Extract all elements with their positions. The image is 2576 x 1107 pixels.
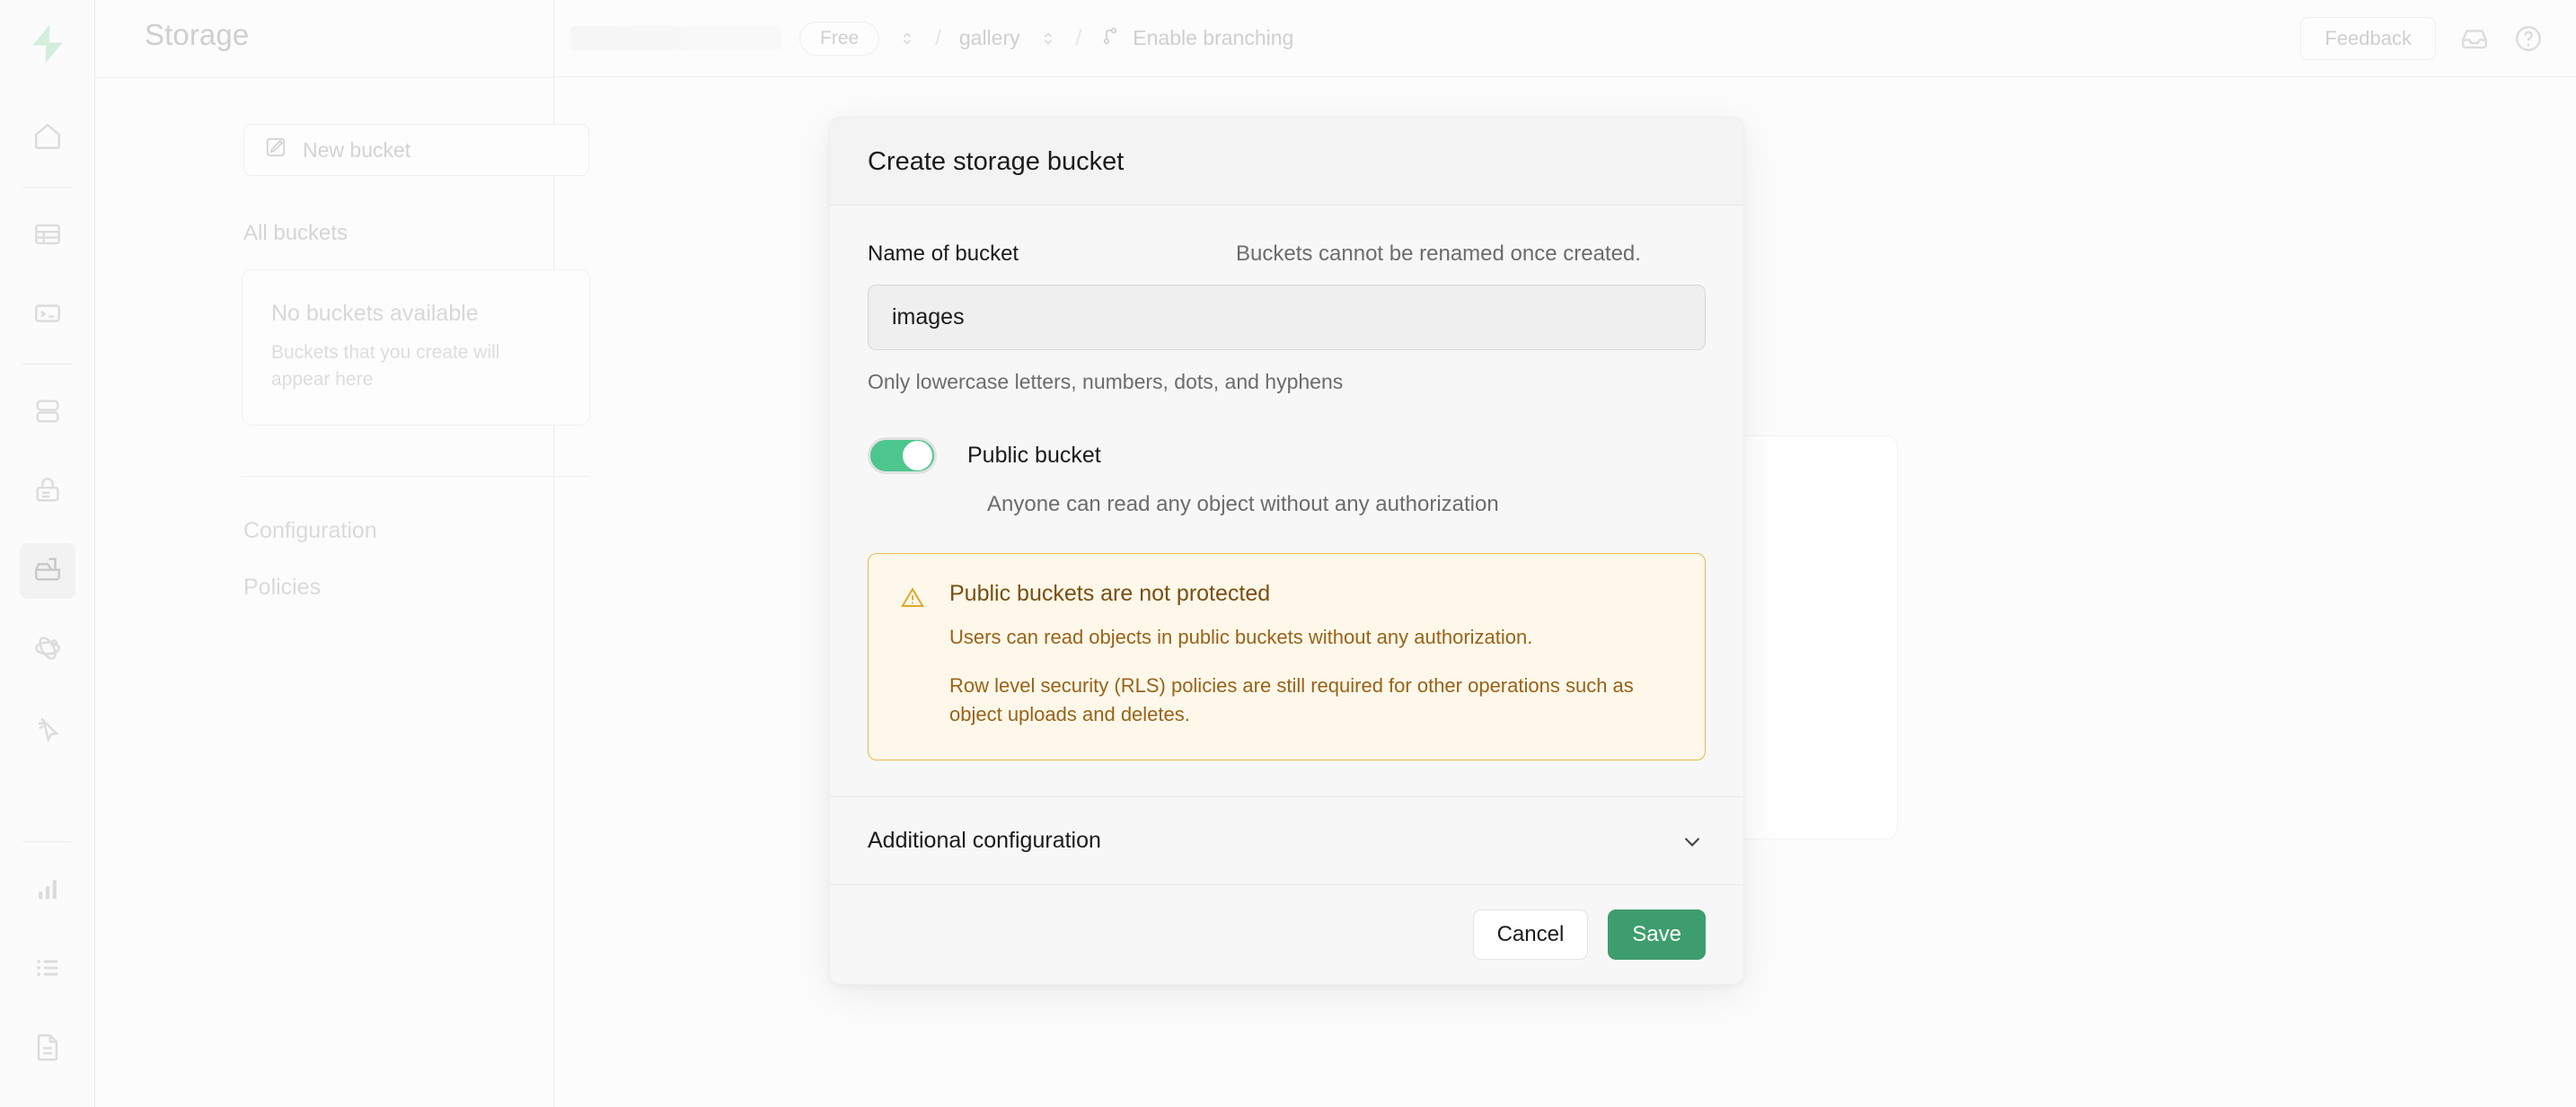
sidebar-item-configuration[interactable]: Configuration [243,518,377,544]
breadcrumb-project[interactable] [570,26,781,50]
inbox-icon[interactable] [2459,23,2490,54]
table-editor-icon [32,219,63,254]
dialog-footer: Cancel Save [830,883,1743,984]
topbar: Free / gallery / Enable branching Feedba… [554,0,2576,77]
bucket-name-label: Name of bucket [868,242,1019,266]
warning-paragraph-2: Row level security (RLS) policies are st… [949,673,1634,725]
sidebar-item-realtime[interactable] [20,701,75,757]
warning-paragraph-1: Users can read objects in public buckets… [949,626,1533,648]
sidebar-item-storage[interactable] [19,543,75,599]
buckets-empty-state: No buckets available Buckets that you cr… [242,269,590,426]
page-title: Storage [145,18,250,51]
topbar-actions: Feedback [2300,16,2576,60]
sidebar-item-logs[interactable] [20,942,75,997]
breadcrumb-separator: / [1075,25,1082,50]
supabase-logo-icon[interactable] [23,20,72,68]
public-bucket-label: Public bucket [967,443,1101,468]
rail-divider [22,364,73,365]
all-buckets-heading: All buckets [243,221,348,245]
storage-sidebar: Storage New bucket All buckets No bucket… [95,0,590,1107]
chevron-updown-icon[interactable] [1038,29,1058,48]
warning-content: Public buckets are not protected Users c… [949,581,1674,729]
api-docs-icon [32,1032,63,1067]
chevron-updown-icon[interactable] [897,29,917,48]
dialog-body: Name of bucket Buckets cannot be renamed… [830,206,1743,884]
bucket-name-rules: Only lowercase letters, numbers, dots, a… [868,370,1344,393]
sidebar-item-table-editor[interactable] [20,208,75,264]
sidebar-item-reports[interactable] [20,863,75,918]
logs-list-icon [32,953,63,988]
sidebar-item-sql-editor[interactable] [20,287,75,343]
additional-configuration-label: Additional configuration [868,828,1101,854]
breadcrumb-separator: / [935,25,941,50]
new-bucket-icon [264,136,287,164]
save-button[interactable]: Save [1608,909,1706,960]
reports-chart-icon [32,874,63,909]
empty-state-title: No buckets available [271,301,479,326]
dialog-title: Create storage bucket [868,147,1125,176]
realtime-icon [32,712,63,747]
storage-folder-icon [32,554,63,589]
sidebar-divider-mid [242,476,590,477]
sidebar-item-edge-functions[interactable] [20,622,75,678]
help-circle-icon[interactable] [2513,23,2544,54]
create-storage-bucket-dialog: Create storage bucket Name of bucket Buc… [829,117,1744,985]
enable-branching-label: Enable branching [1133,26,1294,49]
database-icon [32,396,63,431]
sql-editor-icon [32,298,63,333]
chevron-down-icon [1679,828,1706,855]
primary-icon-rail [0,0,95,1107]
auth-lock-icon [32,475,63,510]
cancel-button[interactable]: Cancel [1472,909,1589,960]
sidebar-item-home[interactable] [20,110,75,166]
rail-divider [22,187,73,188]
breadcrumb-branch[interactable]: gallery [959,26,1020,50]
bucket-name-hint: Buckets cannot be renamed once created. [1236,242,1641,266]
sidebar-item-authentication[interactable] [20,464,75,520]
bucket-name-input[interactable] [868,285,1706,350]
sidebar-item-policies[interactable]: Policies [243,575,321,601]
home-icon [32,121,63,156]
sidebar-item-database[interactable] [20,385,75,441]
git-branch-icon [1099,25,1121,52]
feedback-button[interactable]: Feedback [2300,16,2436,60]
new-bucket-button[interactable]: New bucket [243,124,589,176]
rail-divider [22,841,73,842]
enable-branching-button[interactable]: Enable branching [1099,25,1293,52]
bucket-name-labels: Name of bucket Buckets cannot be renamed… [868,242,1706,267]
empty-state-subtitle: Buckets that you create will appear here [271,342,500,391]
public-bucket-row: Public bucket [868,437,1706,474]
public-bucket-warning: Public buckets are not protected Users c… [868,553,1706,760]
plan-badge[interactable]: Free [799,21,880,56]
additional-configuration-accordion[interactable]: Additional configuration [830,795,1743,884]
app-root: Storage New bucket All buckets No bucket… [0,0,2576,1107]
new-bucket-label: New bucket [303,137,411,162]
breadcrumb: Free / gallery / Enable branching [554,21,1293,56]
sidebar-item-api-docs[interactable] [20,1021,75,1076]
dialog-header: Create storage bucket [830,118,1743,206]
sidebar-divider [95,77,554,78]
warning-title: Public buckets are not protected [949,581,1271,606]
toggle-knob [903,441,932,470]
public-bucket-description: Anyone can read any object without any a… [987,492,1499,516]
public-bucket-toggle[interactable] [868,437,937,474]
edge-functions-icon [32,633,63,668]
warning-triangle-icon [899,584,926,729]
